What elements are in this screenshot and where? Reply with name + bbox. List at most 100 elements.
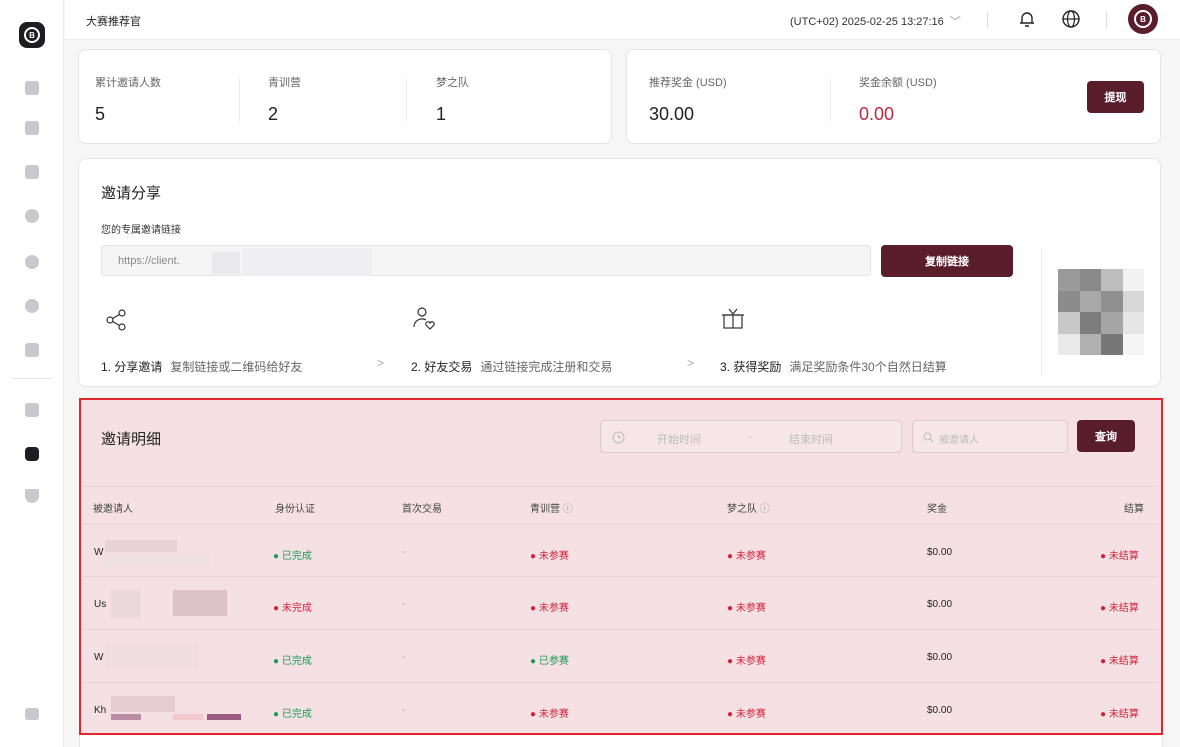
bell-icon[interactable] [1017,9,1037,29]
page-footer-edge [79,735,1163,747]
withdraw-button[interactable]: 提现 [1087,81,1144,113]
clock-icon [612,431,625,444]
dream-label: 梦之队 [436,77,469,89]
step-3-desc: 满足奖励条件30个自然日结算 [789,360,947,374]
divider [239,78,240,122]
end-date-input[interactable]: 结束时间 [789,431,833,447]
exchange-icon[interactable] [22,400,42,420]
search-icon [923,432,934,443]
trophy-icon[interactable] [22,486,42,506]
invite-share-card: 邀请分享 您的专属邀请链接 https://client. 复制链接 1. 分享… [78,158,1161,387]
collapse-icon[interactable] [22,704,42,724]
invitee-name: Us [94,599,107,610]
referral-icon[interactable] [22,444,42,464]
youth-status-text: 未参赛 [538,551,569,562]
chevron-down-icon: ﹀ [949,16,961,28]
invitee-name: W [94,547,104,558]
copy-link-button[interactable]: 复制链接 [881,245,1013,277]
search-placeholder: 被邀请人 [939,435,979,446]
kyc-status: ● 已完成 [273,656,312,667]
kyc-status-text: 已完成 [281,551,312,562]
redacted-block [207,714,241,720]
sidebar-divider [12,378,52,379]
step-3-title: 3. 获得奖励 [720,360,782,374]
globe-icon[interactable] [1061,9,1081,29]
divider [987,12,988,28]
first-trade: - [402,599,406,610]
redacted-block [105,540,177,552]
redacted-block [111,590,141,618]
page-title: 大赛推荐官 [86,16,141,28]
balance-value: 0.00 [859,104,895,124]
settle-status: ● 未结算 [1100,709,1139,720]
divider [1106,12,1107,28]
redacted-block [242,248,372,276]
chart-icon[interactable] [22,162,42,182]
invitee-search-input[interactable]: 被邀请人 [912,420,1068,453]
app-logo[interactable]: B [19,22,45,48]
kyc-status: ● 已完成 [273,709,312,720]
redacted-block [105,554,209,566]
invites-value: 5 [95,104,106,124]
col-dream-label: 梦之队 [727,504,757,515]
step-1-title: 1. 分享邀请 [101,360,163,374]
dream-status: ● 未参赛 [727,709,766,720]
dream-status: ● 未参赛 [727,656,766,667]
youth-label: 青训营 [268,77,301,89]
detail-title: 邀请明细 [101,431,162,448]
invite-stats-card: 累计邀请人数 5 青训营 2 梦之队 1 [78,49,612,144]
reward-value: 30.00 [649,104,695,124]
card-icon[interactable] [22,118,42,138]
dream-status-text: 未参赛 [735,603,766,614]
info-icon[interactable]: ⓘ [760,504,770,515]
query-button[interactable]: 查询 [1077,420,1135,452]
top-bar: 大赛推荐官 (UTC+02) 2025-02-25 13:27:16 ﹀ B [65,0,1180,40]
divider [83,524,1159,525]
dream-status-text: 未参赛 [735,551,766,562]
step-2-desc: 通过链接完成注册和交易 [480,360,613,374]
invite-detail-panel: 邀请明细 开始时间 - 结束时间 被邀请人 查询 被邀请人 身份认证 首次交易 … [79,398,1163,735]
avatar[interactable]: B [1128,4,1158,34]
step-2: 2. 好友交易 通过链接完成注册和交易 [411,358,612,375]
friend-icon [413,307,435,330]
date-range-separator: - [748,431,752,443]
col-invitee: 被邀请人 [93,504,133,515]
col-dream: 梦之队 ⓘ [727,500,770,515]
help-icon[interactable] [22,296,42,316]
reward-stats-card: 推荐奖金 (USD) 30.00 奖金余额 (USD) 0.00 提现 [626,49,1161,144]
calendar-icon[interactable] [22,340,42,360]
col-bonus: 奖金 [927,504,947,515]
col-youth-label: 青训营 [530,504,560,515]
invite-link-field[interactable]: https://client. [101,245,871,276]
bonus-value: $0.00 [927,705,953,716]
youth-status: ● 已参赛 [530,656,569,667]
redacted-block [105,644,199,668]
start-date-input[interactable]: 开始时间 [657,431,701,447]
youth-status-text: 未参赛 [538,603,569,614]
redacted-block [173,590,227,616]
bonus-value: $0.00 [927,547,953,558]
youth-value: 2 [268,104,279,124]
redacted-block [173,714,203,720]
box-icon[interactable] [22,206,42,226]
qr-code[interactable] [1058,269,1144,355]
info-icon[interactable]: ⓘ [563,504,573,515]
settle-status: ● 未结算 [1100,656,1139,667]
bonus-value: $0.00 [927,599,953,610]
date-range-picker[interactable]: 开始时间 - 结束时间 [600,420,902,453]
col-settle: 结算 [1124,504,1144,515]
chevron-right-icon: > [687,356,695,370]
home-icon[interactable] [22,78,42,98]
youth-status: ● 未参赛 [530,709,569,720]
share-icon [106,309,126,331]
step-2-title: 2. 好友交易 [411,360,473,374]
youth-status: ● 未参赛 [530,603,569,614]
settle-status: ● 未结算 [1100,603,1139,614]
kyc-status-text: 已完成 [281,709,312,720]
redacted-block [212,252,240,274]
chevron-right-icon: > [377,356,385,370]
invite-link-label: 您的专属邀请链接 [101,225,181,236]
timezone-select[interactable]: (UTC+02) 2025-02-25 13:27:16 ﹀ [790,13,961,29]
user-icon[interactable] [22,252,42,272]
timezone-value: (UTC+02) 2025-02-25 13:27:16 [790,16,944,28]
